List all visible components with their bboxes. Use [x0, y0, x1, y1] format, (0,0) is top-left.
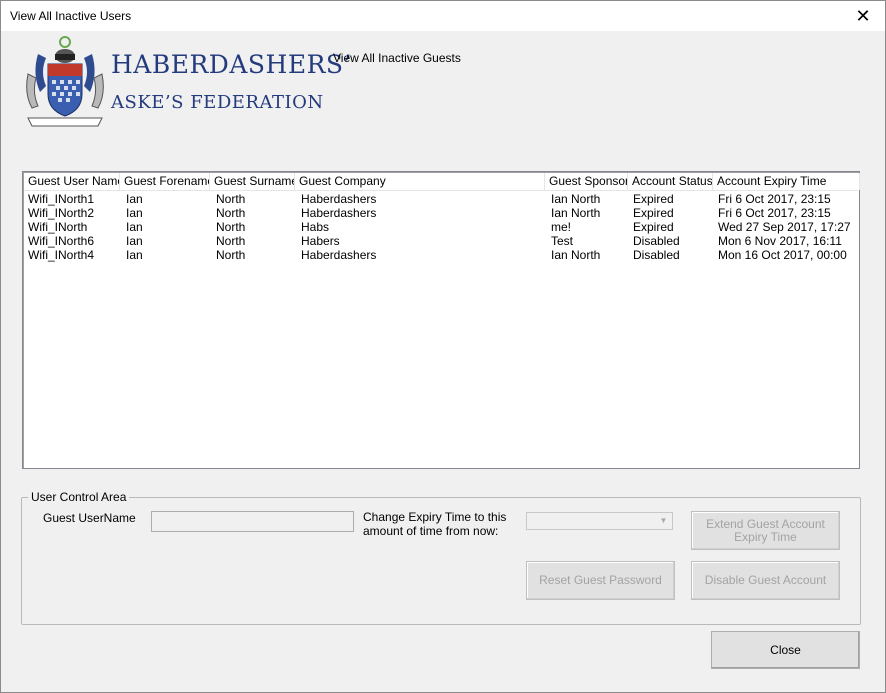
cell-forename: Ian	[126, 206, 143, 220]
table-row[interactable]: Wifi_INorth4 Ian North Haberdashers Ian …	[24, 248, 858, 262]
table-row[interactable]: Wifi_INorth Ian North Habs me! Expired W…	[24, 220, 858, 234]
cell-status: Expired	[633, 220, 674, 234]
close-icon[interactable]: ✕	[851, 5, 875, 27]
cell-sponsor: Ian North	[551, 192, 601, 206]
chevron-down-icon[interactable]: ▼	[656, 514, 671, 528]
col-guest-forename[interactable]: Guest Forename	[120, 173, 210, 190]
cell-status: Disabled	[633, 248, 680, 262]
cell-user-name: Wifi_INorth2	[28, 206, 95, 220]
cell-sponsor: Ian North	[551, 206, 601, 220]
cell-user-name: Wifi_INorth1	[28, 192, 95, 206]
extend-guest-account-button[interactable]: Extend Guest Account Expiry Time	[691, 511, 840, 550]
user-control-area-title: User Control Area	[28, 490, 130, 504]
table-row[interactable]: Wifi_INorth1 Ian North Haberdashers Ian …	[24, 192, 858, 206]
coat-of-arms-icon	[26, 36, 104, 127]
cell-forename: Ian	[126, 220, 143, 234]
cell-surname: North	[216, 220, 246, 234]
cell-company: Haberdashers	[301, 206, 377, 220]
col-guest-user-name[interactable]: Guest User Name	[24, 173, 120, 190]
cell-status: Expired	[633, 192, 674, 206]
cell-surname: North	[216, 234, 246, 248]
brand-subtitle: ASKE’S FEDERATION	[111, 92, 324, 113]
col-guest-surname[interactable]: Guest Surname	[210, 173, 295, 190]
brand-title: HABERDASHERS’	[111, 50, 352, 79]
cell-user-name: Wifi_INorth6	[28, 234, 95, 248]
view-inactive-guests-label: View All Inactive Guests	[333, 51, 461, 65]
cell-status: Expired	[633, 206, 674, 220]
guest-username-input[interactable]	[151, 511, 354, 532]
cell-sponsor: Ian North	[551, 248, 601, 262]
table-header: Guest User Name Guest Forename Guest Sur…	[24, 173, 860, 191]
cell-company: Habers	[301, 234, 340, 248]
col-account-status[interactable]: Account Status	[628, 173, 713, 190]
cell-forename: Ian	[126, 192, 143, 206]
cell-company: Haberdashers	[301, 248, 377, 262]
disable-guest-account-button[interactable]: Disable Guest Account	[691, 561, 840, 600]
cell-expiry: Wed 27 Sep 2017, 17:27	[718, 220, 851, 234]
cell-expiry: Fri 6 Oct 2017, 23:15	[718, 206, 831, 220]
title-bar: View All Inactive Users ✕	[1, 1, 885, 31]
cell-surname: North	[216, 192, 246, 206]
reset-guest-password-button[interactable]: Reset Guest Password	[526, 561, 675, 600]
guest-username-label: Guest UserName	[43, 511, 136, 525]
col-account-expiry-time[interactable]: Account Expiry Time	[713, 173, 860, 190]
cell-user-name: Wifi_INorth4	[28, 248, 95, 262]
cell-sponsor: me!	[551, 220, 572, 234]
cell-forename: Ian	[126, 234, 143, 248]
cell-surname: North	[216, 206, 246, 220]
change-expiry-label: Change Expiry Time to this amount of tim…	[363, 510, 507, 538]
cell-surname: North	[216, 248, 246, 262]
cell-expiry: Mon 16 Oct 2017, 00:00	[718, 248, 847, 262]
cell-forename: Ian	[126, 248, 143, 262]
cell-expiry: Mon 6 Nov 2017, 16:11	[718, 234, 842, 248]
cell-expiry: Fri 6 Oct 2017, 23:15	[718, 192, 831, 206]
col-guest-company[interactable]: Guest Company	[295, 173, 545, 190]
cell-company: Habs	[301, 220, 330, 234]
table-row[interactable]: Wifi_INorth6 Ian North Habers Test Disab…	[24, 234, 858, 248]
cell-company: Haberdashers	[301, 192, 377, 206]
col-guest-sponsor[interactable]: Guest Sponsor	[545, 173, 628, 190]
expiry-time-select[interactable]: ▼	[526, 512, 673, 530]
cell-sponsor: Test	[551, 234, 574, 248]
window-title: View All Inactive Users	[10, 9, 132, 23]
cell-user-name: Wifi_INorth	[28, 220, 88, 234]
cell-status: Disabled	[633, 234, 680, 248]
close-button[interactable]: Close	[711, 631, 860, 669]
table-row[interactable]: Wifi_INorth2 Ian North Haberdashers Ian …	[24, 206, 858, 220]
inactive-users-table[interactable]: Guest User Name Guest Forename Guest Sur…	[22, 171, 860, 469]
